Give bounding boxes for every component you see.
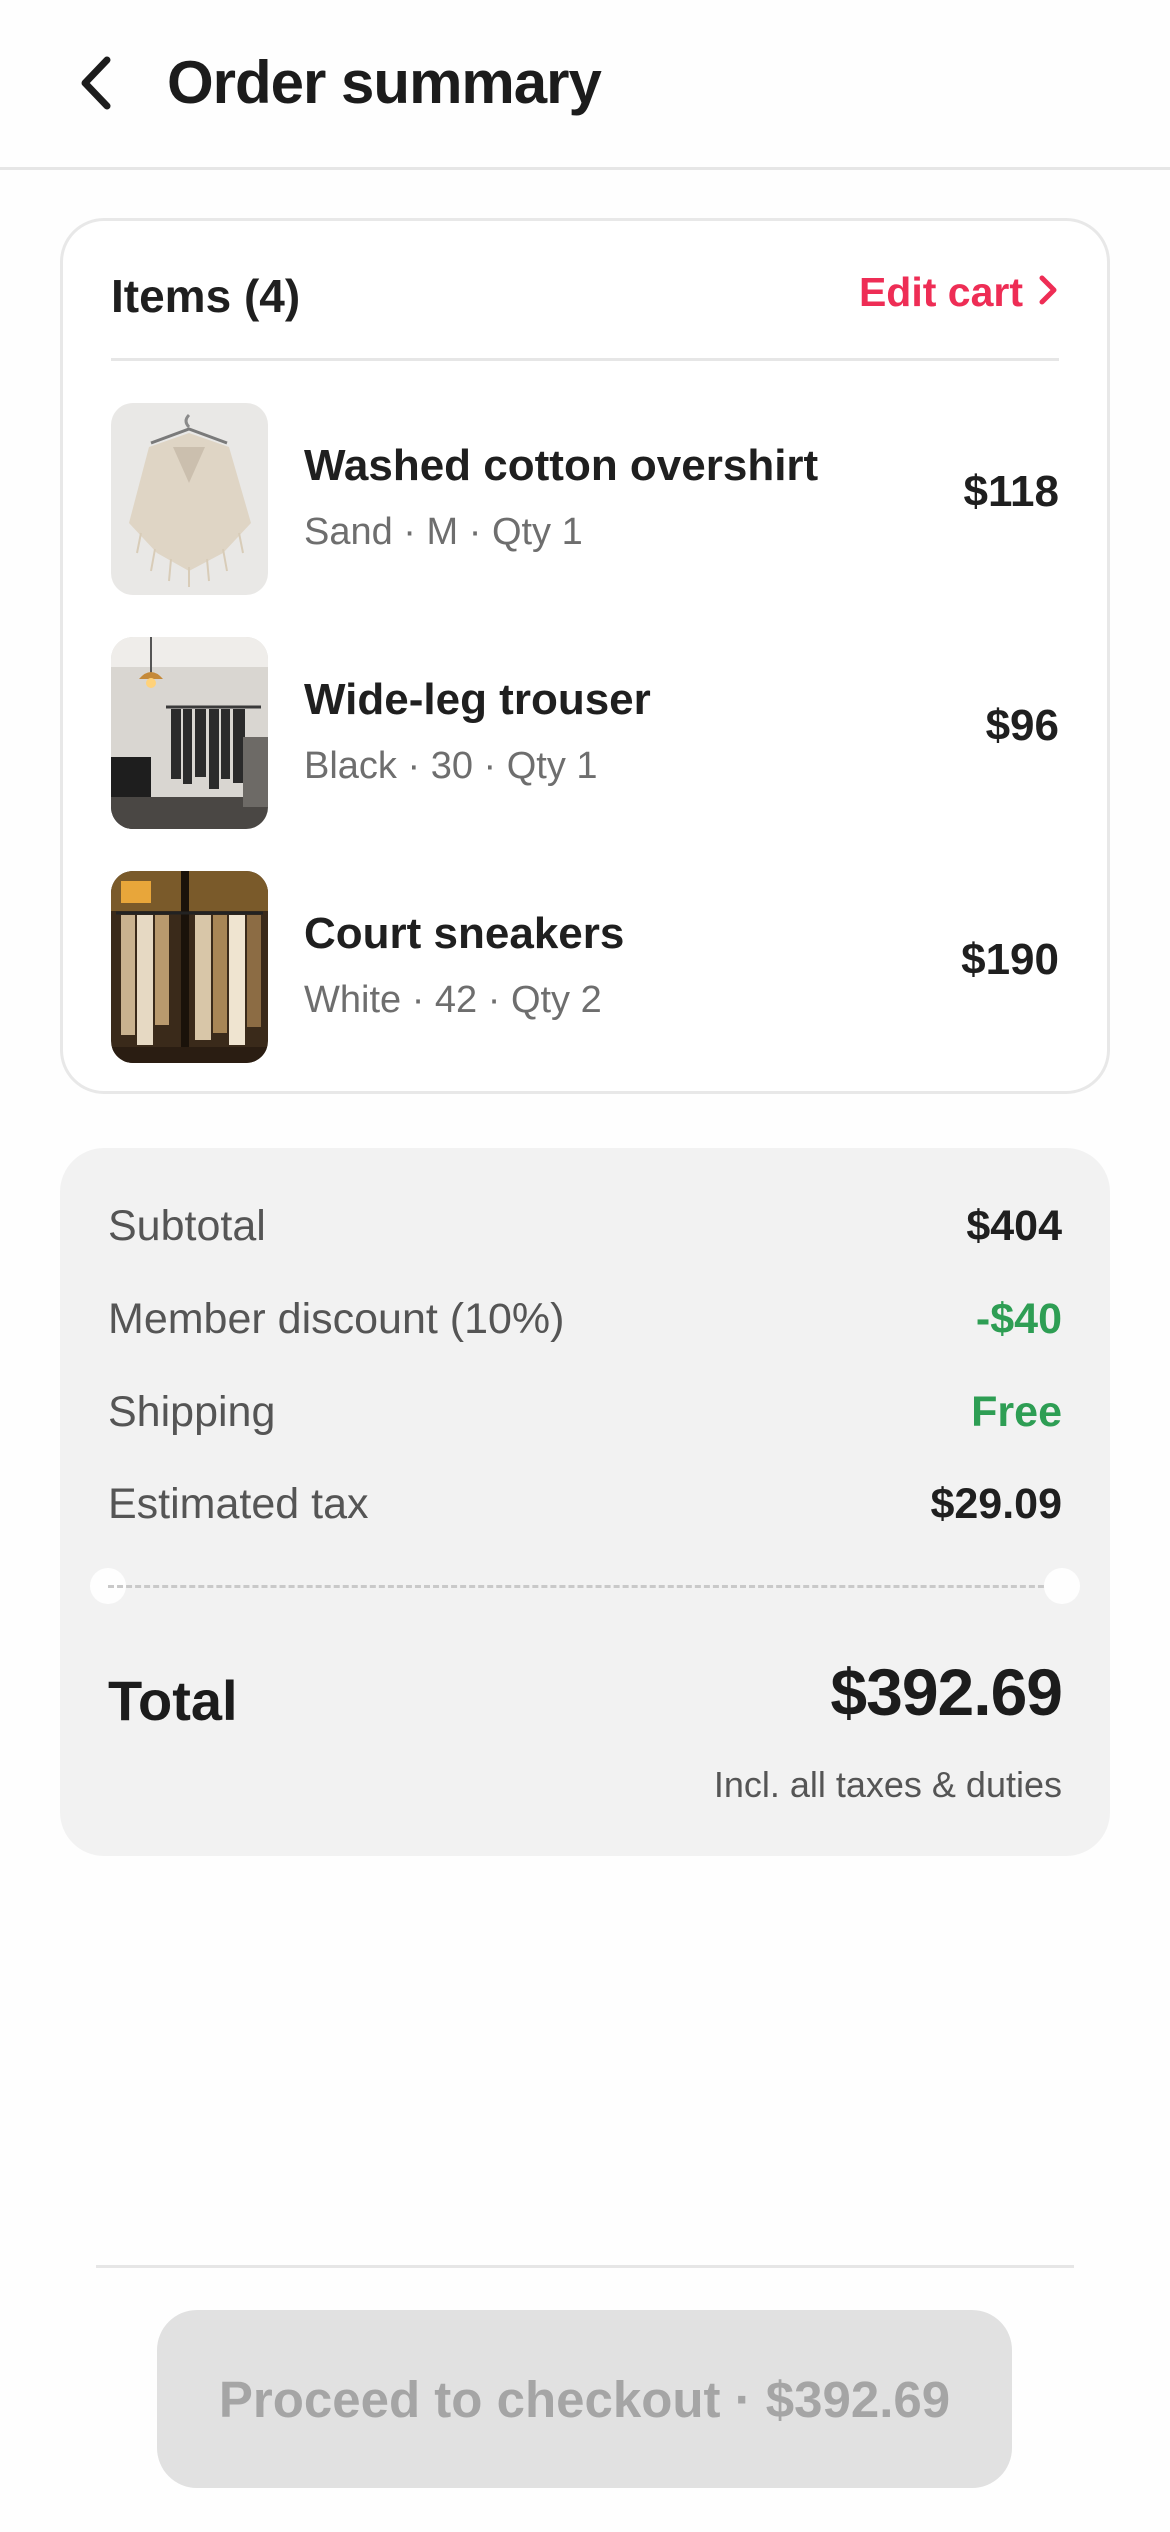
edit-cart-link[interactable]: Edit cart [859, 269, 1059, 316]
subtotal-value: $404 [966, 1201, 1062, 1250]
item-variant: Black · 30 · Qty 1 [304, 745, 598, 787]
items-count-title: Items (4) [111, 270, 301, 322]
shipping-row: Shipping Free [108, 1382, 1062, 1442]
total-value: $392.69 [830, 1655, 1063, 1729]
item-name: Washed cotton overshirt [304, 441, 819, 490]
page-title: Order summary [167, 49, 602, 116]
ticket-notch-right [1044, 1568, 1080, 1604]
item-thumbnail [111, 871, 268, 1063]
tax-label: Estimated tax [108, 1479, 369, 1528]
item-variant: Sand · M · Qty 1 [304, 511, 583, 553]
item-name: Court sneakers [304, 909, 625, 958]
shipping-label: Shipping [108, 1387, 276, 1436]
dashed-divider [108, 1585, 1062, 1588]
item-thumbnail [111, 403, 268, 595]
cart-item-overshirt[interactable]: Washed cotton overshirt Sand · M · Qty 1… [111, 403, 1059, 595]
chevron-left-icon [75, 54, 119, 117]
total-label: Total [108, 1669, 238, 1732]
discount-value: -$40 [975, 1294, 1062, 1343]
cart-item-trouser[interactable]: Wide-leg trouser Black · 30 · Qty 1 $96 [111, 637, 1059, 829]
bottom-divider [96, 2265, 1074, 2268]
shipping-value: Free [971, 1387, 1062, 1436]
items-card: Items (4) Edit cart Washed cotton oversh… [60, 218, 1110, 1094]
back-button[interactable] [62, 50, 132, 120]
item-variant: White · 42 · Qty 2 [304, 979, 602, 1021]
tax-row: Estimated tax $29.09 [108, 1474, 1062, 1534]
discount-label: Member discount (10%) [108, 1294, 565, 1343]
subtotal-label: Subtotal [108, 1201, 266, 1250]
cart-item-sneakers[interactable]: Court sneakers White · 42 · Qty 2 $190 [111, 871, 1059, 1063]
top-bar: Order summary [0, 0, 1170, 170]
price-summary-card: Subtotal $404 Member discount (10%) -$40… [60, 1148, 1110, 1856]
item-price: $190 [961, 935, 1059, 984]
items-header: Items (4) Edit cart [111, 221, 1059, 361]
item-thumbnail [111, 637, 268, 829]
chevron-right-icon [1037, 269, 1059, 316]
item-name: Wide-leg trouser [304, 675, 651, 724]
item-price: $96 [985, 701, 1059, 750]
checkout-button[interactable]: Proceed to checkout · $392.69 [157, 2310, 1012, 2488]
total-note: Incl. all taxes & duties [713, 1764, 1062, 1805]
edit-cart-label: Edit cart [858, 269, 1023, 315]
tax-value: $29.09 [930, 1479, 1062, 1528]
order-summary-screen: Order summary Items (4) Edit cart Washed… [0, 0, 1170, 2532]
discount-row: Member discount (10%) -$40 [108, 1289, 1062, 1349]
item-price: $118 [963, 467, 1059, 516]
subtotal-row: Subtotal $404 [108, 1196, 1062, 1256]
